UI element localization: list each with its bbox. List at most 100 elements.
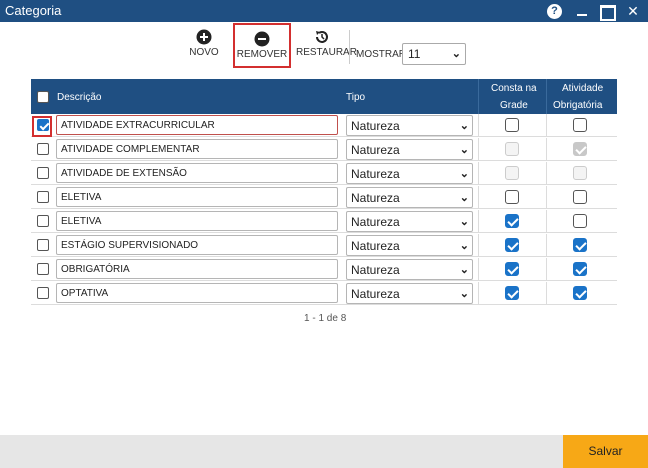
header-consta-line1: Consta na — [491, 83, 537, 94]
pagination-info: 1 - 1 de 8 — [304, 313, 347, 324]
descricao-input[interactable]: ESTÁGIO SUPERVISIONADO — [56, 235, 338, 255]
atividade-obrigatoria-checkbox[interactable] — [573, 190, 587, 204]
chevron-down-icon: ⌄ — [459, 168, 469, 180]
row-select-checkbox[interactable] — [37, 239, 49, 251]
chevron-down-icon: ⌄ — [459, 288, 469, 300]
table-row[interactable]: ELETIVA Natureza ⌄ — [31, 186, 617, 209]
save-button[interactable]: Salvar — [563, 435, 648, 468]
consta-na-grade-checkbox[interactable] — [505, 286, 519, 300]
close-icon[interactable]: ✕ — [625, 3, 641, 19]
tipo-select[interactable]: Natureza ⌄ — [346, 211, 473, 232]
row-select-checkbox[interactable] — [37, 263, 49, 275]
descricao-input[interactable]: ATIVIDADE EXTRACURRICULAR — [56, 115, 338, 135]
minimize-icon[interactable] — [575, 3, 591, 19]
maximize-icon[interactable] — [599, 3, 616, 21]
tipo-select[interactable]: Natureza ⌄ — [346, 115, 473, 136]
header-atividade-line1: Atividade — [562, 83, 604, 94]
chevron-down-icon: ⌄ — [459, 240, 469, 252]
table-row[interactable]: ATIVIDADE DE EXTENSÃO Natureza ⌄ — [31, 162, 617, 185]
tipo-select[interactable]: Natureza ⌄ — [346, 163, 473, 184]
tipo-select[interactable]: Natureza ⌄ — [346, 139, 473, 160]
atividade-obrigatoria-checkbox — [573, 166, 587, 180]
column-divider — [546, 138, 547, 161]
atividade-obrigatoria-checkbox — [573, 142, 587, 156]
row-select-checkbox[interactable] — [37, 167, 49, 179]
mostrar-label: MOSTRAR: — [356, 49, 409, 60]
selected-row-highlight — [32, 116, 52, 137]
restaurar-button[interactable]: RESTAURAR — [296, 27, 357, 65]
help-icon[interactable]: ? — [547, 4, 562, 19]
novo-button[interactable]: NOVO — [188, 27, 220, 65]
remover-button[interactable]: REMOVER — [233, 23, 291, 68]
minus-circle-icon — [254, 31, 270, 47]
column-divider — [478, 210, 479, 233]
atividade-obrigatoria-checkbox[interactable] — [573, 238, 587, 252]
tipo-value: Natureza — [351, 119, 400, 133]
row-select-checkbox[interactable] — [37, 215, 49, 227]
header-divider — [546, 79, 547, 114]
row-select-checkbox[interactable] — [37, 191, 49, 203]
consta-na-grade-checkbox[interactable] — [505, 214, 519, 228]
column-divider — [546, 186, 547, 209]
mostrar-select[interactable]: 11 ⌄ — [402, 43, 466, 65]
toolbar-divider — [349, 30, 350, 64]
remover-label: REMOVER — [236, 49, 288, 60]
header-atividade-line2: Obrigatória — [553, 100, 603, 111]
restaurar-label: RESTAURAR — [296, 47, 357, 58]
row-select-checkbox[interactable] — [37, 287, 49, 299]
consta-na-grade-checkbox[interactable] — [505, 190, 519, 204]
column-divider — [478, 186, 479, 209]
table-row[interactable]: ELETIVA Natureza ⌄ — [31, 210, 617, 233]
descricao-input[interactable]: OPTATIVA — [56, 283, 338, 303]
title-bar: Categoria ? ✕ — [0, 0, 648, 22]
descricao-input[interactable]: ELETIVA — [56, 211, 338, 231]
novo-label: NOVO — [189, 47, 219, 58]
header-tipo[interactable]: Tipo — [346, 92, 365, 103]
header-descricao[interactable]: Descrição — [57, 92, 101, 103]
header-consta-line2: Grade — [500, 100, 528, 111]
tipo-value: Natureza — [351, 167, 400, 181]
chevron-down-icon: ⌄ — [459, 120, 469, 132]
descricao-input[interactable]: ATIVIDADE DE EXTENSÃO — [56, 163, 338, 183]
column-divider — [546, 234, 547, 257]
atividade-obrigatoria-checkbox[interactable] — [573, 118, 587, 132]
consta-na-grade-checkbox — [505, 142, 519, 156]
tipo-select[interactable]: Natureza ⌄ — [346, 259, 473, 280]
footer-bar — [0, 435, 648, 468]
descricao-input[interactable]: ELETIVA — [56, 187, 338, 207]
descricao-input[interactable]: ATIVIDADE COMPLEMENTAR — [56, 139, 338, 159]
column-divider — [478, 162, 479, 185]
consta-na-grade-checkbox[interactable] — [505, 262, 519, 276]
select-all-checkbox[interactable] — [37, 91, 49, 103]
column-divider — [478, 234, 479, 257]
table-row[interactable]: ESTÁGIO SUPERVISIONADO Natureza ⌄ — [31, 234, 617, 257]
tipo-value: Natureza — [351, 239, 400, 253]
chevron-down-icon: ⌄ — [459, 192, 469, 204]
descricao-input[interactable]: OBRIGATÓRIA — [56, 259, 338, 279]
table-row[interactable]: ATIVIDADE COMPLEMENTAR Natureza ⌄ — [31, 138, 617, 161]
table-row[interactable]: OPTATIVA Natureza ⌄ — [31, 282, 617, 305]
column-divider — [478, 138, 479, 161]
tipo-value: Natureza — [351, 287, 400, 301]
grid-header: Descrição Tipo Consta na Grade Atividade… — [31, 79, 617, 114]
table-row[interactable]: OBRIGATÓRIA Natureza ⌄ — [31, 258, 617, 281]
atividade-obrigatoria-checkbox[interactable] — [573, 214, 587, 228]
tipo-select[interactable]: Natureza ⌄ — [346, 187, 473, 208]
restore-icon — [316, 31, 328, 43]
column-divider — [478, 114, 479, 137]
column-divider — [546, 282, 547, 305]
row-select-checkbox[interactable] — [37, 143, 49, 155]
tipo-select[interactable]: Natureza ⌄ — [346, 235, 473, 256]
column-divider — [546, 258, 547, 281]
table-row[interactable]: ATIVIDADE EXTRACURRICULAR Natureza ⌄ — [31, 114, 617, 137]
consta-na-grade-checkbox[interactable] — [505, 238, 519, 252]
tipo-select[interactable]: Natureza ⌄ — [346, 283, 473, 304]
atividade-obrigatoria-checkbox[interactable] — [573, 262, 587, 276]
consta-na-grade-checkbox[interactable] — [505, 118, 519, 132]
window-title: Categoria — [5, 3, 62, 18]
mostrar-value: 11 — [408, 47, 421, 61]
atividade-obrigatoria-checkbox[interactable] — [573, 286, 587, 300]
chevron-down-icon: ⌄ — [459, 264, 469, 276]
column-divider — [478, 258, 479, 281]
header-divider — [478, 79, 479, 114]
